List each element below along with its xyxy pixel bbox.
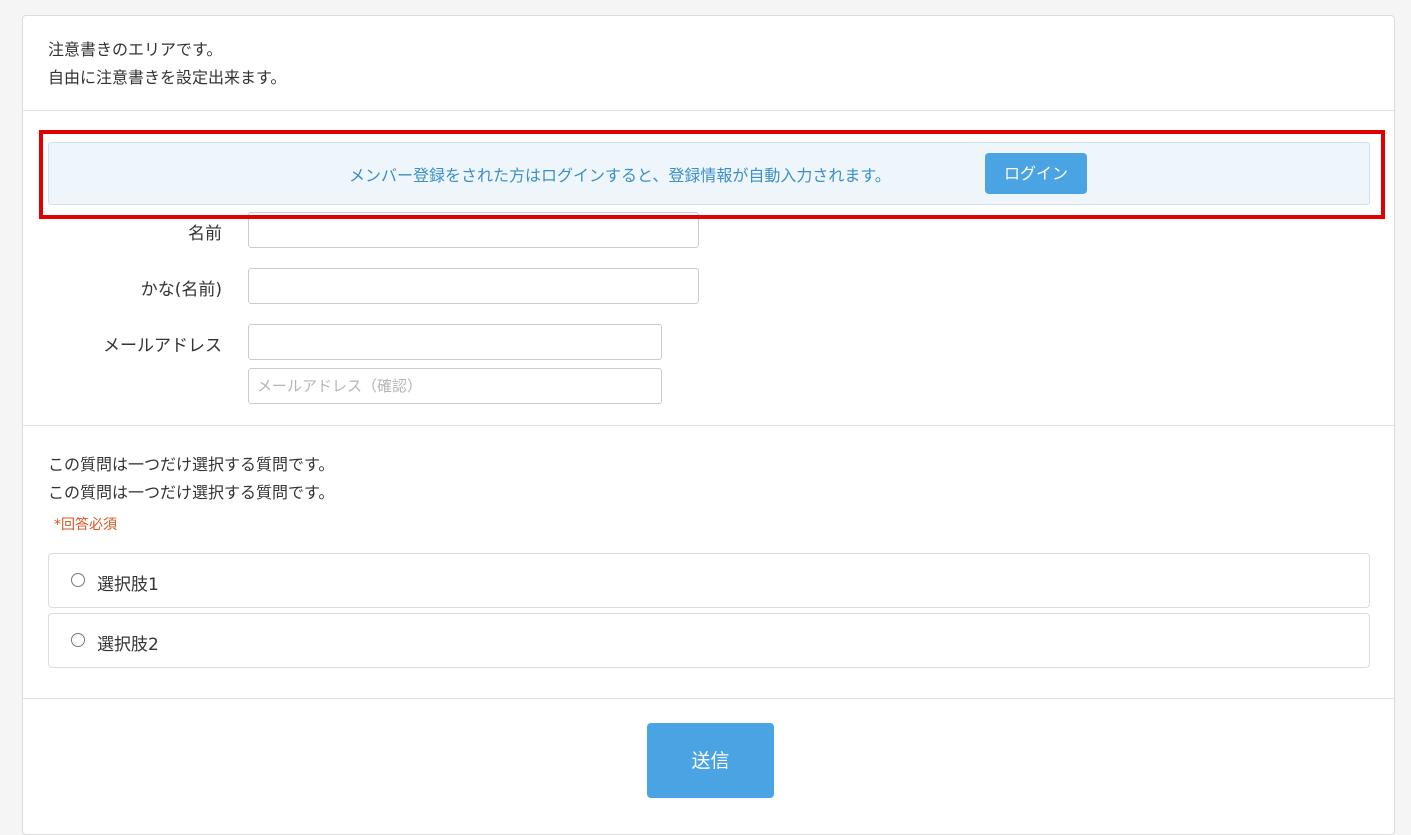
notice-area: 注意書きのエリアです。 自由に注意書きを設定出来ます。 xyxy=(48,36,286,92)
notice-line-2: 自由に注意書きを設定出来ます。 xyxy=(48,68,287,87)
name-label: 名前 xyxy=(188,224,222,244)
radio-button[interactable] xyxy=(71,633,85,647)
email-label: メールアドレス xyxy=(103,336,222,356)
divider xyxy=(23,110,1394,111)
option-1[interactable]: 選択肢1 xyxy=(48,553,1370,608)
submit-button[interactable]: 送信 xyxy=(647,723,774,798)
name-input[interactable] xyxy=(248,212,699,248)
radio-button[interactable] xyxy=(71,573,85,587)
divider xyxy=(23,425,1394,426)
kana-label: かな(名前) xyxy=(140,280,222,300)
question-line-2: この質問は一つだけ選択する質問です。 xyxy=(48,483,335,502)
login-banner: メンバー登録をされた方はログインすると、登録情報が自動入力されます。 ログイン xyxy=(48,142,1370,205)
option-2[interactable]: 選択肢2 xyxy=(48,613,1370,668)
option-label: 選択肢2 xyxy=(97,635,159,655)
question-text: この質問は一つだけ選択する質問です。 この質問は一つだけ選択する質問です。 xyxy=(48,451,334,507)
divider xyxy=(23,698,1394,699)
email-input[interactable] xyxy=(248,324,662,360)
login-banner-message: メンバー登録をされた方はログインすると、登録情報が自動入力されます。 xyxy=(349,166,891,185)
required-note: *回答必須 xyxy=(54,517,117,533)
question-line-1: この質問は一つだけ選択する質問です。 xyxy=(48,455,335,474)
email-confirm-input[interactable] xyxy=(248,368,662,404)
option-label: 選択肢1 xyxy=(97,575,159,595)
kana-input[interactable] xyxy=(248,268,699,304)
notice-line-1: 注意書きのエリアです。 xyxy=(48,40,223,59)
form-card: 注意書きのエリアです。 自由に注意書きを設定出来ます。 メンバー登録をされた方は… xyxy=(22,15,1395,835)
login-button[interactable]: ログイン xyxy=(985,153,1087,194)
